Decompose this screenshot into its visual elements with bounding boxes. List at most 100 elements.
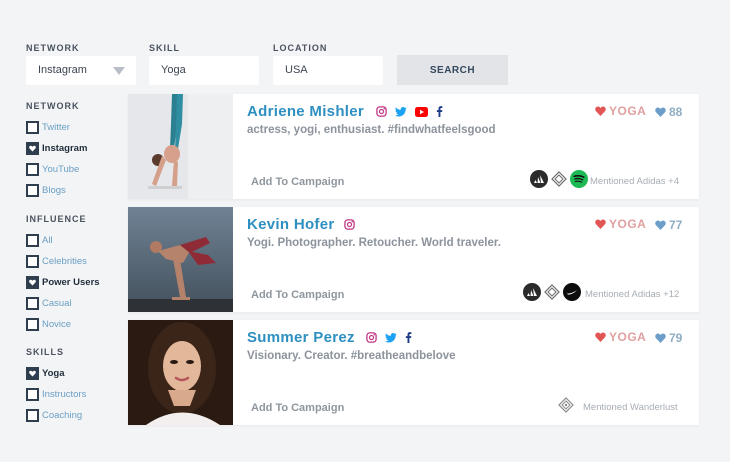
sidebar-option-power-users[interactable]: Power Users xyxy=(26,275,100,289)
heart-icon xyxy=(655,107,666,117)
checkbox[interactable] xyxy=(26,387,39,401)
sidebar-network-heading: NETWORK xyxy=(26,101,80,111)
checkbox[interactable] xyxy=(26,162,39,176)
sidebar-option-coaching[interactable]: Coaching xyxy=(26,408,82,422)
sidebar-skills-heading: SKILLS xyxy=(26,347,65,357)
influencer-bio: Visionary. Creator. #breatheandbelove xyxy=(247,350,456,362)
skill-tag: YOGA xyxy=(595,104,646,118)
influencer-name[interactable]: Kevin Hofer xyxy=(247,216,335,233)
sidebar-option-twitter[interactable]: Twitter xyxy=(26,120,70,134)
skill-tag-label: YOGA xyxy=(609,330,647,344)
instagram-icon[interactable] xyxy=(376,106,387,117)
facebook-icon[interactable] xyxy=(436,106,443,117)
search-button[interactable]: SEARCH xyxy=(397,55,508,85)
heart-icon xyxy=(595,219,606,229)
skill-tag: YOGA xyxy=(595,330,646,344)
skill-filter-label: SKILL xyxy=(149,43,180,53)
twitter-icon[interactable] xyxy=(395,106,407,117)
option-label: Yoga xyxy=(42,367,65,379)
heart-icon xyxy=(595,332,606,342)
brand-logos xyxy=(523,283,581,301)
skill-tag-label: YOGA xyxy=(609,217,647,231)
option-label: All xyxy=(42,234,53,246)
twitter-icon[interactable] xyxy=(385,332,397,343)
location-input[interactable]: USA xyxy=(273,56,383,85)
influence-score: 79 xyxy=(655,331,682,345)
heart-icon xyxy=(655,333,666,343)
sidebar-option-instructors[interactable]: Instructors xyxy=(26,387,86,401)
app-window: NETWORK Instagram SKILL Yoga LOCATION US… xyxy=(0,0,730,445)
option-label: Instagram xyxy=(42,142,88,154)
location-input-value: USA xyxy=(285,64,308,76)
influencer-bio: actress, yogi, enthusiast. #findwhatfeel… xyxy=(247,124,496,136)
influencer-photo[interactable] xyxy=(128,94,233,199)
option-label: Blogs xyxy=(42,184,66,196)
influencer-bio: Yogi. Photographer. Retoucher. World tra… xyxy=(247,237,501,249)
option-label: Casual xyxy=(42,297,72,309)
sidebar-influence-heading: INFLUENCE xyxy=(26,214,87,224)
influencer-photo[interactable] xyxy=(128,320,233,425)
sidebar-option-instagram[interactable]: Instagram xyxy=(26,141,87,155)
sidebar-option-novice[interactable]: Novice xyxy=(26,317,71,331)
skill-input[interactable]: Yoga xyxy=(149,56,259,85)
spotify-icon[interactable] xyxy=(570,170,588,188)
checkbox[interactable] xyxy=(26,296,39,310)
location-filter-label: LOCATION xyxy=(273,43,328,53)
influencer-photo[interactable] xyxy=(128,207,233,312)
facebook-icon[interactable] xyxy=(405,332,412,343)
influence-score-value: 77 xyxy=(669,218,683,232)
mentioned-brands: Mentioned Adidas +12 xyxy=(585,289,680,300)
option-label: Power Users xyxy=(42,276,100,288)
add-to-campaign-button[interactable]: Add To Campaign xyxy=(251,289,344,301)
network-filter-label: NETWORK xyxy=(26,43,80,53)
sidebar-option-youtube[interactable]: YouTube xyxy=(26,162,79,176)
add-to-campaign-button[interactable]: Add To Campaign xyxy=(251,176,344,188)
adidas-logo-icon[interactable] xyxy=(530,170,548,188)
influencer-card[interactable]: Summer Perez Visionary. Creator. #breath… xyxy=(128,320,699,425)
option-label: Coaching xyxy=(42,409,83,421)
influencer-name[interactable]: Adriene Mishler xyxy=(247,103,364,120)
instagram-icon[interactable] xyxy=(344,219,355,230)
influencer-name[interactable]: Summer Perez xyxy=(247,329,355,346)
brand-diamond-icon[interactable] xyxy=(550,170,568,188)
network-select-value: Instagram xyxy=(38,64,87,76)
social-icons xyxy=(376,106,443,117)
add-to-campaign-button[interactable]: Add To Campaign xyxy=(251,402,344,414)
sidebar-option-casual[interactable]: Casual xyxy=(26,296,72,310)
checkbox[interactable] xyxy=(26,254,39,268)
brand-logos xyxy=(557,396,575,414)
heart-icon xyxy=(595,106,606,116)
social-icons xyxy=(344,219,355,230)
skill-tag-label: YOGA xyxy=(609,104,647,118)
wanderlust-logo-icon[interactable] xyxy=(557,396,575,414)
checkbox-checked-heart[interactable] xyxy=(26,141,39,155)
checkbox-checked-heart[interactable] xyxy=(26,366,39,380)
checkbox[interactable] xyxy=(26,233,39,247)
checkbox[interactable] xyxy=(26,183,39,197)
checkbox[interactable] xyxy=(26,408,39,422)
checkbox-checked-heart[interactable] xyxy=(26,275,39,289)
checkbox[interactable] xyxy=(26,120,39,134)
sidebar-option-yoga[interactable]: Yoga xyxy=(26,366,65,380)
sidebar-option-blogs[interactable]: Blogs xyxy=(26,183,66,197)
skill-tag: YOGA xyxy=(595,217,646,231)
mentioned-brands: Mentioned Wanderlust xyxy=(583,402,678,413)
youtube-icon[interactable] xyxy=(415,106,428,117)
influencer-card[interactable]: Adriene Mishler actress, yogi, enthusias… xyxy=(128,94,699,199)
option-label: YouTube xyxy=(42,163,80,175)
influencer-card[interactable]: Kevin Hofer Yogi. Photographer. Retouche… xyxy=(128,207,699,312)
influence-score: 88 xyxy=(655,105,682,119)
adidas-logo-icon[interactable] xyxy=(523,283,541,301)
sidebar-option-all[interactable]: All xyxy=(26,233,53,247)
network-select[interactable]: Instagram xyxy=(26,56,136,85)
checkbox[interactable] xyxy=(26,317,39,331)
influence-score-value: 88 xyxy=(669,105,683,119)
brand-diamond-icon[interactable] xyxy=(543,283,561,301)
sidebar-option-celebrities[interactable]: Celebrities xyxy=(26,254,87,268)
option-label: Novice xyxy=(42,318,72,330)
influence-score: 77 xyxy=(655,218,682,232)
skill-input-value: Yoga xyxy=(161,64,186,76)
instagram-icon[interactable] xyxy=(366,332,377,343)
option-label: Instructors xyxy=(42,388,87,400)
nike-logo-icon[interactable] xyxy=(563,283,581,301)
